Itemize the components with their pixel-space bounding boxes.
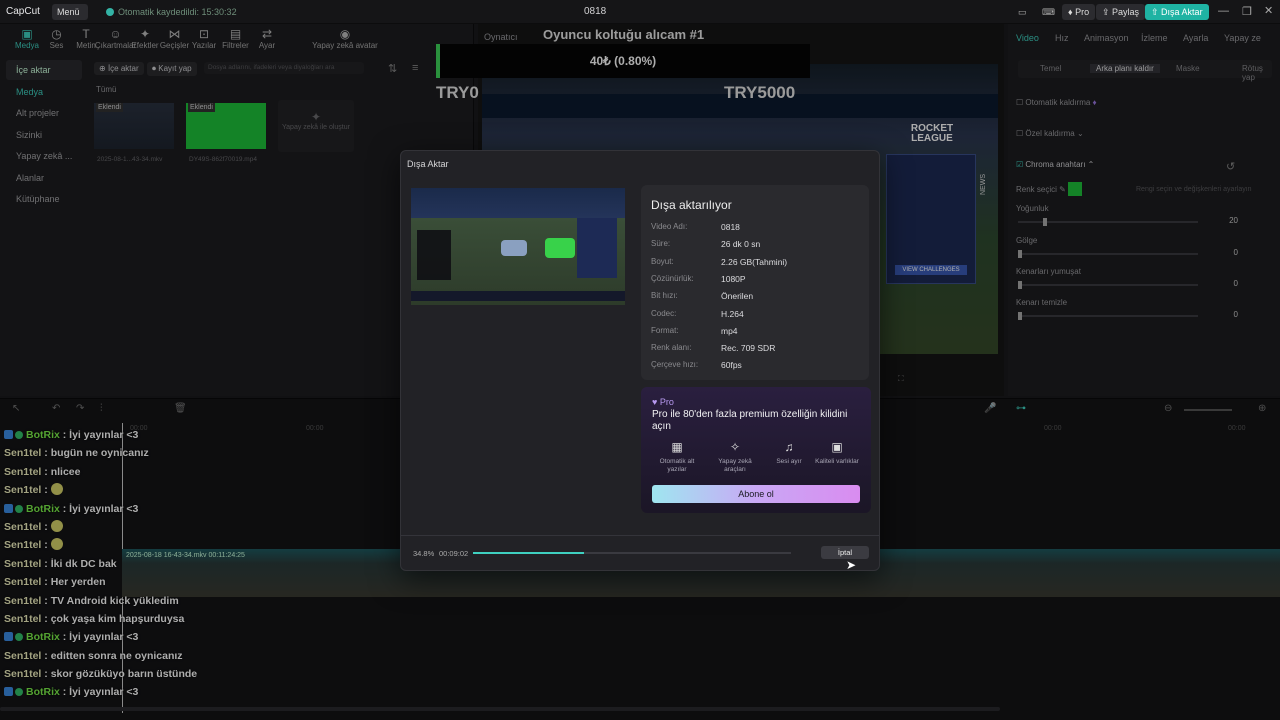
- info-value: 60fps: [721, 360, 742, 371]
- info-value: Önerilen: [721, 291, 754, 302]
- mouse-cursor-icon: ➤: [846, 558, 857, 572]
- info-key: Bit hızı:: [651, 291, 678, 301]
- audio-icon: ♫: [784, 440, 794, 454]
- export-info-card: Dışa aktarılıyor Video Adı: 0818 Süre: 26 d…: [641, 185, 869, 380]
- autosave-status: Otomatik kaydedildi: 15:30:32: [106, 7, 237, 17]
- preview-panel: [577, 218, 617, 278]
- feature-ai-tools: ✧ Yapay zekâ araçları: [709, 441, 761, 474]
- feature-quality-assets: ▣ Kaliteli varlıklar: [811, 441, 863, 466]
- progress-track: [473, 552, 791, 554]
- pro-title: Pro ile 80'den fazla premium özelliğin k…: [652, 409, 848, 432]
- info-value: 26 dk 0 sn: [721, 239, 761, 250]
- maximize-icon[interactable]: ❐: [1242, 5, 1252, 18]
- cloud-icon: [106, 8, 114, 16]
- export-button[interactable]: ⇧ Dışa Aktar: [1145, 4, 1209, 20]
- info-value: H.264: [721, 308, 744, 319]
- minimize-icon[interactable]: —: [1218, 5, 1229, 17]
- preview-sky: [411, 188, 625, 218]
- preview-hud: [411, 291, 625, 301]
- layout-icon[interactable]: ▭: [1012, 4, 1033, 20]
- info-value: Rec. 709 SDR: [721, 343, 776, 354]
- info-value: mp4: [721, 325, 738, 336]
- export-heading: Dışa aktarılıyor: [651, 198, 732, 212]
- info-value: 0818: [721, 222, 740, 232]
- captions-icon: ▦: [671, 440, 683, 454]
- pro-promo-card: ♥ Pro Pro ile 80'den fazla premium özell…: [641, 387, 871, 513]
- shortcut-icon[interactable]: ⌨: [1036, 4, 1061, 20]
- project-title: 0818: [584, 6, 607, 17]
- info-key: Renk alanı:: [651, 343, 692, 353]
- subscribe-button[interactable]: Abone ol: [652, 485, 860, 503]
- app-logo: CapCut: [6, 6, 40, 17]
- menu-button[interactable]: Menü: [52, 4, 88, 20]
- progress-fill: [473, 552, 584, 554]
- info-value: 2.26 GB(Tahmini): [721, 256, 788, 267]
- dialog-title: Dışa Aktar: [407, 159, 449, 169]
- export-dialog: Dışa Aktar Dışa aktarılıyor Video Adı: 08…: [400, 150, 880, 571]
- preview-car: [545, 238, 575, 258]
- info-key: Çerçeve hızı:: [651, 360, 699, 370]
- info-key: Video Adı:: [651, 222, 688, 231]
- image-icon: ▣: [831, 440, 843, 454]
- close-icon[interactable]: ✕: [1264, 4, 1273, 17]
- info-key: Çözünürlük:: [651, 273, 694, 283]
- info-key: Süre:: [651, 239, 671, 249]
- export-progress: 34.8% 00:09:02 İptal: [411, 546, 871, 561]
- export-preview: [411, 188, 625, 305]
- progress-elapsed: 00:09:02: [439, 549, 469, 558]
- share-button[interactable]: ⇪ Paylaş: [1096, 4, 1146, 20]
- info-key: Boyut:: [651, 256, 674, 266]
- pro-button[interactable]: ♦ Pro: [1062, 4, 1096, 20]
- title-bar: CapCut Menü Otomatik kaydedildi: 15:30:3…: [0, 0, 1280, 24]
- info-key: Codec:: [651, 308, 677, 318]
- magic-wand-icon: ✧: [729, 440, 741, 454]
- pro-tag: ♥ Pro: [652, 397, 674, 407]
- feature-voice-isolate: ♫ Sesi ayır: [763, 441, 815, 466]
- progress-percent: 34.8%: [413, 549, 435, 558]
- info-value: 1080P: [721, 273, 746, 284]
- cancel-button[interactable]: İptal: [821, 546, 869, 559]
- preview-car: [501, 240, 527, 256]
- info-key: Format:: [651, 325, 679, 335]
- dialog-divider: [401, 535, 879, 536]
- feature-auto-captions: ▦ Otomatik alt yazılar: [651, 441, 703, 474]
- preview-chat-box: [417, 230, 451, 280]
